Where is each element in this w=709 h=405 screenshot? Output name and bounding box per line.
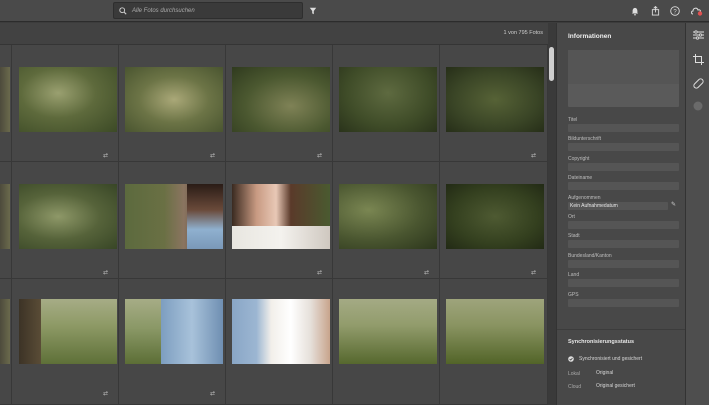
grid-scrollbar[interactable]: [548, 23, 556, 405]
bell-icon[interactable]: [628, 4, 642, 18]
photo-thumbnail[interactable]: [19, 299, 117, 364]
grid-cell[interactable]: ⇄: [440, 45, 548, 162]
field-label-captured: Aufgenommen: [568, 195, 601, 201]
photo-thumbnail[interactable]: [339, 184, 437, 249]
field-label-country: Land: [568, 272, 580, 278]
photo-thumbnail[interactable]: [446, 299, 544, 364]
grid-cell[interactable]: ⇄: [440, 162, 548, 279]
photo-thumbnail[interactable]: [339, 67, 437, 132]
edit-badge-icon: ⇄: [531, 270, 537, 276]
photo-thumbnail[interactable]: [232, 184, 330, 249]
edit-badge-icon: ⇄: [317, 153, 323, 159]
photo-thumbnail[interactable]: [19, 67, 117, 132]
edit-badge-icon: ⇄: [103, 391, 109, 397]
search-field[interactable]: Alle Fotos durchsuchen: [113, 2, 303, 19]
scrollbar-thumb[interactable]: [549, 47, 554, 81]
local-value: Original: [596, 370, 614, 376]
sync-status-title: Synchronisierungsstatus: [568, 339, 635, 345]
cloud-value: Original gesichert: [596, 383, 635, 389]
photo-thumbnail[interactable]: [232, 299, 330, 364]
grid-cell[interactable]: ⇄: [119, 279, 226, 405]
grid-cell[interactable]: ⇄: [333, 162, 440, 279]
grid-cell[interactable]: ⇄: [119, 45, 226, 162]
captured-date-field[interactable]: Kein Aufnahmedatum: [568, 202, 668, 210]
photo-thumbnail[interactable]: [446, 184, 544, 249]
grid-cell[interactable]: [0, 45, 12, 162]
grid-cell[interactable]: [0, 162, 12, 279]
grid-cell[interactable]: ⇄: [226, 162, 333, 279]
city-field[interactable]: [568, 240, 679, 248]
field-label-caption: Bildunterschrift: [568, 136, 602, 142]
photo-count: 1 von 795 Fotos: [503, 30, 543, 36]
field-label-copyright: Copyright: [568, 156, 590, 162]
healing-bandage-icon[interactable]: [691, 76, 705, 90]
grid-cell[interactable]: [440, 279, 548, 405]
state-field[interactable]: [568, 260, 679, 268]
field-label-gps: GPS: [568, 292, 579, 298]
location-field[interactable]: [568, 221, 679, 229]
photo-thumbnail[interactable]: [446, 67, 544, 132]
captured-date-value: Kein Aufnahmedatum: [570, 203, 618, 209]
field-label-state: Bundesland/Kanton: [568, 253, 612, 259]
caption-field[interactable]: [568, 143, 679, 151]
edit-badge-icon: ⇄: [210, 391, 216, 397]
search-input[interactable]: Alle Fotos durchsuchen: [132, 8, 195, 14]
country-field[interactable]: [568, 279, 679, 287]
top-toolbar: Alle Fotos durchsuchen ?: [0, 0, 709, 22]
grid-cell[interactable]: [333, 45, 440, 162]
gps-field[interactable]: [568, 299, 679, 307]
field-label-location: Ort: [568, 214, 575, 220]
grid-cell[interactable]: [226, 279, 333, 405]
panel-title: Informationen: [568, 33, 612, 40]
edit-badge-icon: ⇄: [103, 153, 109, 159]
grid-cell[interactable]: ⇄: [12, 279, 119, 405]
grid-cell[interactable]: ⇄: [226, 45, 333, 162]
copyright-field[interactable]: [568, 163, 679, 171]
edit-badge-icon: ⇄: [424, 270, 430, 276]
panel-divider: [557, 329, 686, 330]
edit-badge-icon: ⇄: [103, 270, 109, 276]
sync-check-icon: [568, 356, 574, 364]
grid-cell[interactable]: [119, 162, 226, 279]
grid-cell[interactable]: [333, 279, 440, 405]
tool-rail: [685, 23, 709, 405]
grid-cell[interactable]: ⇄: [12, 45, 119, 162]
photo-grid: 1 von 795 Fotos ⇄ ⇄ ⇄ ⇄ ⇄ ⇄ ⇄ ⇄ ⇄ ⇄: [0, 23, 556, 405]
title-field[interactable]: [568, 124, 679, 132]
circle-mask-icon[interactable]: [691, 99, 705, 113]
photo-thumbnail[interactable]: [339, 299, 437, 364]
photo-preview: [568, 50, 679, 107]
photo-thumbnail[interactable]: [19, 184, 117, 249]
edit-badge-icon: ⇄: [531, 153, 537, 159]
grid-cell[interactable]: ⇄: [12, 162, 119, 279]
field-label-filename: Dateiname: [568, 175, 593, 181]
filename-field[interactable]: [568, 182, 679, 190]
crop-icon[interactable]: [691, 52, 705, 66]
cloud-label: Cloud: [568, 384, 582, 390]
edit-badge-icon: ⇄: [210, 153, 216, 159]
photo-thumbnail[interactable]: [125, 299, 223, 364]
edit-badge-icon: ⇄: [317, 270, 323, 276]
search-icon: [119, 6, 127, 15]
info-panel: Informationen Titel Bildunterschrift Cop…: [556, 23, 686, 405]
help-icon[interactable]: ?: [668, 4, 682, 18]
field-label-title: Titel: [568, 117, 578, 123]
photo-thumbnail[interactable]: [125, 67, 223, 132]
cloud-sync-icon[interactable]: [689, 4, 703, 18]
sliders-icon[interactable]: [691, 28, 705, 42]
local-label: Lokal: [568, 371, 580, 377]
edit-pencil-icon[interactable]: ✎: [671, 201, 676, 208]
share-icon[interactable]: [648, 4, 662, 18]
photo-thumbnail[interactable]: [125, 184, 223, 249]
grid-cell[interactable]: [0, 279, 12, 405]
sync-status-text: Synchronisiert und gesichert: [579, 356, 643, 362]
svg-text:?: ?: [673, 9, 677, 15]
field-label-city: Stadt: [568, 233, 580, 239]
filter-icon[interactable]: [306, 4, 320, 18]
photo-thumbnail[interactable]: [232, 67, 330, 132]
